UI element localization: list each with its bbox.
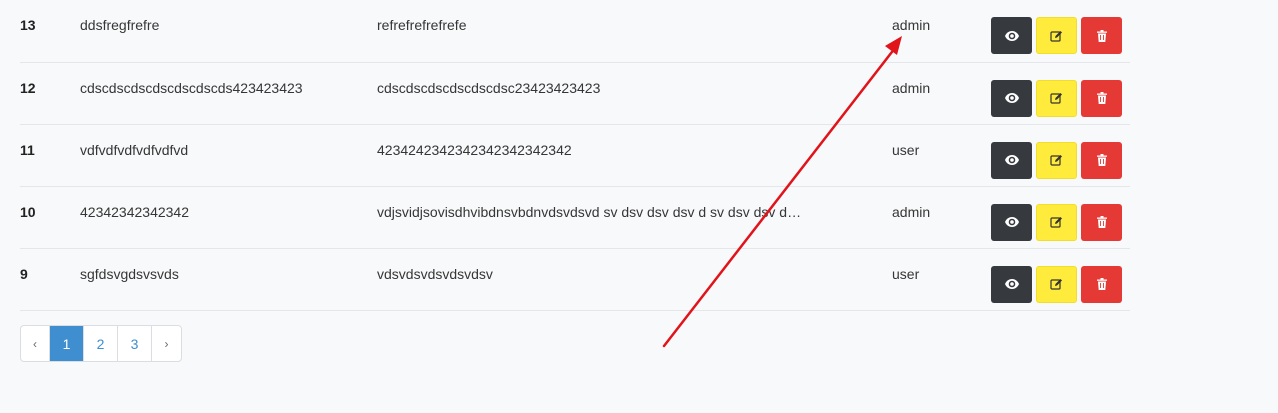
row-role: user	[892, 141, 920, 158]
row-id: 11	[20, 141, 35, 158]
edit-button[interactable]	[1036, 141, 1077, 179]
row-role: user	[892, 265, 920, 282]
row-actions	[991, 141, 1130, 179]
pagination-page-1[interactable]: 1	[50, 326, 84, 361]
view-button[interactable]	[991, 79, 1032, 117]
edit-button[interactable]	[1036, 17, 1077, 54]
view-button[interactable]	[991, 141, 1032, 179]
edit-icon	[1050, 30, 1062, 42]
edit-icon	[1050, 155, 1062, 166]
delete-button[interactable]	[1081, 79, 1122, 117]
pagination-prev-button[interactable]: ‹	[21, 326, 50, 361]
edit-button[interactable]	[1036, 203, 1077, 241]
eye-icon	[1004, 279, 1019, 289]
row-id: 13	[20, 17, 36, 33]
table-row: 13 ddsfregfrefre refrefrefrefrefe admin	[20, 0, 1130, 62]
delete-button[interactable]	[1081, 265, 1122, 303]
eye-icon	[1004, 30, 1019, 41]
row-description: cdscdscdscdscdscdsc23423423423	[377, 79, 601, 96]
view-button[interactable]	[991, 17, 1032, 54]
row-description: vdsvdsvdsvdsvdsv	[377, 265, 493, 282]
eye-icon	[1004, 93, 1019, 103]
table-row: 10 42342342342342 vdjsvidjsovisdhvibdnsv…	[20, 186, 1130, 248]
row-name: ddsfregfrefre	[80, 17, 160, 33]
edit-icon	[1050, 93, 1062, 104]
row-id: 9	[20, 265, 28, 282]
edit-icon	[1050, 279, 1062, 290]
row-actions	[991, 17, 1130, 54]
delete-button[interactable]	[1081, 203, 1122, 241]
delete-button[interactable]	[1081, 141, 1122, 179]
row-role: admin	[892, 203, 931, 220]
row-actions	[991, 265, 1130, 303]
edit-button[interactable]	[1036, 265, 1077, 303]
row-role: admin	[892, 79, 931, 96]
row-id: 12	[20, 79, 36, 96]
row-actions	[991, 203, 1130, 241]
row-description: vdjsvidjsovisdhvibdnsvbdnvdsvdsvd sv dsv…	[377, 203, 802, 220]
row-role: admin	[892, 17, 931, 33]
row-name: 42342342342342	[80, 203, 190, 220]
row-name: vdfvdfvdfvdfvdfvd	[80, 141, 189, 158]
view-button[interactable]	[991, 203, 1032, 241]
trash-icon	[1096, 154, 1107, 166]
row-description: refrefrefrefrefe	[377, 17, 467, 33]
row-id: 10	[20, 203, 36, 220]
edit-button[interactable]	[1036, 79, 1077, 117]
view-button[interactable]	[991, 265, 1032, 303]
pagination-page-2[interactable]: 2	[84, 326, 118, 361]
trash-icon	[1096, 216, 1107, 228]
row-description: 4234242342342342342342342	[377, 141, 572, 158]
table-row: 9 sgfdsvgdsvsvds vdsvdsvdsvdsvdsv user	[20, 248, 1130, 310]
users-table: 13 ddsfregfrefre refrefrefrefrefe admin	[20, 0, 1130, 311]
row-name: cdscdscdscdscdscdscds423423423	[80, 79, 303, 96]
trash-icon	[1096, 278, 1107, 290]
eye-icon	[1004, 217, 1019, 227]
pagination: ‹ 1 2 3 ›	[20, 325, 182, 362]
page: 13 ddsfregfrefre refrefrefrefrefe admin	[0, 0, 1278, 413]
trash-icon	[1096, 29, 1107, 42]
table-row: 12 cdscdscdscdscdscdscds423423423 cdscds…	[20, 62, 1130, 124]
pagination-page-3[interactable]: 3	[118, 326, 152, 361]
row-actions	[991, 79, 1130, 117]
pagination-next-button[interactable]: ›	[152, 326, 181, 361]
delete-button[interactable]	[1081, 17, 1122, 54]
trash-icon	[1096, 92, 1107, 104]
eye-icon	[1004, 155, 1019, 165]
edit-icon	[1050, 217, 1062, 228]
table-row: 11 vdfvdfvdfvdfvdfvd 4234242342342342342…	[20, 124, 1130, 186]
row-name: sgfdsvgdsvsvds	[80, 265, 179, 282]
